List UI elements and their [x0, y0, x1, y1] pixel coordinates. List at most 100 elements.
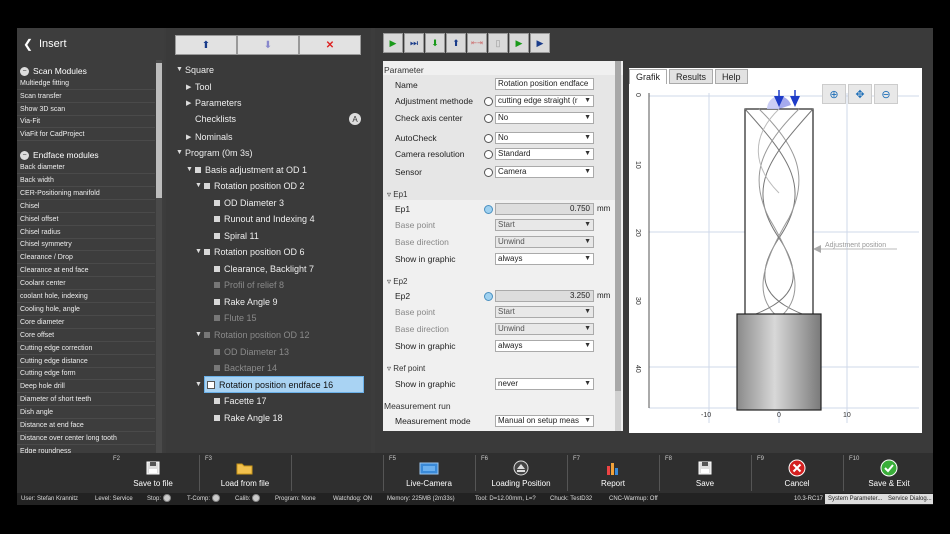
tree-node-program[interactable]: ▼ Program (0m 3s): [176, 145, 253, 160]
endface-module-item[interactable]: Distance over center long tooth: [17, 433, 155, 445]
tree-node-facette-17[interactable]: Facette 17: [214, 393, 267, 408]
ep2-radio[interactable]: [484, 292, 493, 301]
adjustment-radio[interactable]: [484, 97, 493, 106]
tree-node-rot-od12[interactable]: ▼ Rotation position OD 12: [195, 327, 310, 342]
chevron-down-icon[interactable]: ▼: [186, 166, 195, 173]
ep2-value-field[interactable]: 3.250: [495, 290, 594, 302]
refpoint-show-select[interactable]: never ▼: [495, 378, 594, 390]
tab-grafik[interactable]: Grafik: [629, 69, 668, 84]
ep1-base-point-select[interactable]: Start ▼: [495, 219, 594, 231]
name-field[interactable]: Rotation position endface: [495, 78, 594, 90]
ep2-base-point-select[interactable]: Start ▼: [495, 306, 594, 318]
step-up-button[interactable]: ⬆: [446, 33, 466, 53]
tree-node-backtaper-14[interactable]: Backtaper 14: [214, 360, 277, 375]
endface-module-item[interactable]: Back diameter: [17, 162, 155, 174]
collapse-icon[interactable]: −: [20, 150, 29, 160]
scan-module-item[interactable]: Multiedge fitting: [17, 78, 155, 90]
endface-module-item[interactable]: Cutting edge distance: [17, 356, 155, 368]
scrollbar-thumb[interactable]: [156, 63, 162, 198]
zoom-in-button[interactable]: ⊕: [822, 84, 846, 104]
scan-modules-header[interactable]: − Scan Modules: [17, 64, 87, 78]
chevron-down-icon[interactable]: ▼: [195, 248, 204, 255]
tree-node-parameters[interactable]: ▶ Parameters: [186, 95, 242, 110]
camera-resolution-radio[interactable]: [484, 150, 493, 159]
endface-module-item[interactable]: Back width: [17, 175, 155, 187]
pan-button[interactable]: ✥: [848, 84, 872, 104]
tree-node-od-diameter-13[interactable]: OD Diameter 13: [214, 344, 289, 359]
endface-module-item[interactable]: Cutting edge form: [17, 368, 155, 381]
chevron-right-icon[interactable]: ▶: [186, 99, 195, 107]
live-camera-button[interactable]: F5 Live-Camera: [385, 453, 473, 493]
refpoint-header[interactable]: ▿ Ref point: [387, 364, 425, 373]
lock-button[interactable]: ▯: [488, 33, 508, 53]
endface-module-item[interactable]: coolant hole, indexing: [17, 291, 155, 303]
loading-position-button[interactable]: F6 Loading Position: [477, 453, 565, 493]
tree-node-square[interactable]: ▼ Square: [176, 62, 214, 77]
tree-node-tool[interactable]: ▶ Tool: [186, 79, 212, 94]
endface-module-item[interactable]: Distance at end face: [17, 420, 155, 432]
endface-module-item[interactable]: Chisel offset: [17, 214, 155, 226]
back-arrow-icon[interactable]: ❮: [17, 37, 39, 51]
play-blue-button[interactable]: ▶︎: [530, 33, 550, 53]
save-to-file-button[interactable]: F2 Save to file: [109, 453, 197, 493]
chevron-down-icon[interactable]: ▼: [176, 149, 185, 156]
delete-button[interactable]: ✕: [299, 35, 361, 55]
ep1-base-direction-select[interactable]: Unwind ▼: [495, 236, 594, 248]
tree-node-checklists[interactable]: Checklists: [195, 111, 236, 126]
ep2-base-direction-select[interactable]: Unwind ▼: [495, 323, 594, 335]
tree-node-nominals[interactable]: ▶ Nominals: [186, 129, 233, 144]
save-and-exit-button[interactable]: F10 Save & Exit: [845, 453, 933, 493]
endface-module-item[interactable]: Coolant center: [17, 278, 155, 291]
endface-module-item[interactable]: Chisel radius: [17, 227, 155, 239]
chevron-right-icon[interactable]: ▶: [186, 83, 195, 91]
endface-module-item[interactable]: Cooling hole, angle: [17, 304, 155, 316]
endface-module-item[interactable]: CER-Positioning manifold: [17, 188, 155, 200]
parameter-scrollbar-thumb[interactable]: [615, 61, 621, 391]
tab-help[interactable]: Help: [715, 69, 748, 84]
endface-module-item[interactable]: Clearance / Drop: [17, 252, 155, 265]
scan-module-item[interactable]: ViaFit for CadProject: [17, 129, 155, 142]
system-parameter-button[interactable]: System Parameter...: [825, 494, 886, 504]
ep1-radio[interactable]: [484, 205, 493, 214]
ep2-show-select[interactable]: always ▼: [495, 340, 594, 352]
graphic-view[interactable]: 0 10 20 30 40 -10 0 10 Adjustment positi…: [629, 68, 922, 433]
tree-node-rake-9[interactable]: Rake Angle 9: [214, 294, 278, 309]
endface-module-item[interactable]: Clearance at end face: [17, 265, 155, 278]
check-axis-select[interactable]: No ▼: [495, 112, 594, 124]
collapse-icon[interactable]: −: [20, 66, 29, 76]
tree-node-rake-18[interactable]: Rake Angle 18: [214, 410, 283, 425]
ep1-show-select[interactable]: always ▼: [495, 253, 594, 265]
endface-module-item[interactable]: Chisel: [17, 201, 155, 213]
camera-resolution-select[interactable]: Standard ▼: [495, 148, 594, 160]
scan-module-item[interactable]: Show 3D scan: [17, 104, 155, 116]
chevron-down-icon[interactable]: ▼: [176, 66, 185, 73]
tree-node-runout-4[interactable]: Runout and Indexing 4: [214, 211, 315, 226]
scan-module-item[interactable]: Via-Fit: [17, 116, 155, 129]
endface-module-item[interactable]: Dish angle: [17, 407, 155, 420]
ep1-header[interactable]: ▿ Ep1: [387, 190, 407, 199]
zoom-fit-button[interactable]: ⊖: [874, 84, 898, 104]
tree-node-basis[interactable]: ▼ Basis adjustment at OD 1: [186, 162, 307, 177]
autocheck-radio[interactable]: [484, 134, 493, 143]
service-dialog-button[interactable]: Service Dialog...: [885, 494, 933, 504]
tree-node-profile-8[interactable]: Profil of relief 8: [214, 277, 284, 292]
tree-node-clearance-7[interactable]: Clearance, Backlight 7: [214, 261, 314, 276]
tab-results[interactable]: Results: [669, 69, 714, 84]
tree-node-rot-endface16-toggle[interactable]: ▼: [195, 377, 204, 392]
endface-module-item[interactable]: Core offset: [17, 330, 155, 342]
step-down-button[interactable]: ⬇: [425, 33, 445, 53]
chevron-down-icon[interactable]: ▼: [195, 182, 204, 189]
step-button[interactable]: ⏭: [404, 33, 424, 53]
check-axis-radio[interactable]: [484, 114, 493, 123]
sensor-select[interactable]: Camera ▼: [495, 166, 594, 178]
scan-module-item[interactable]: Scan transfer: [17, 91, 155, 103]
ep2-header[interactable]: ▿ Ep2: [387, 277, 407, 286]
endface-module-item[interactable]: Cutting edge correction: [17, 343, 155, 355]
endface-module-item[interactable]: Deep hole drill: [17, 381, 155, 394]
autocheck-select[interactable]: No ▼: [495, 132, 594, 144]
chevron-down-icon[interactable]: ▼: [195, 381, 204, 388]
tree-node-rot-endface-16[interactable]: Rotation position endface 16: [204, 376, 364, 393]
load-from-file-button[interactable]: F3 Load from file: [201, 453, 289, 493]
endface-modules-header[interactable]: − Endface modules: [17, 148, 99, 162]
sensor-radio[interactable]: [484, 168, 493, 177]
